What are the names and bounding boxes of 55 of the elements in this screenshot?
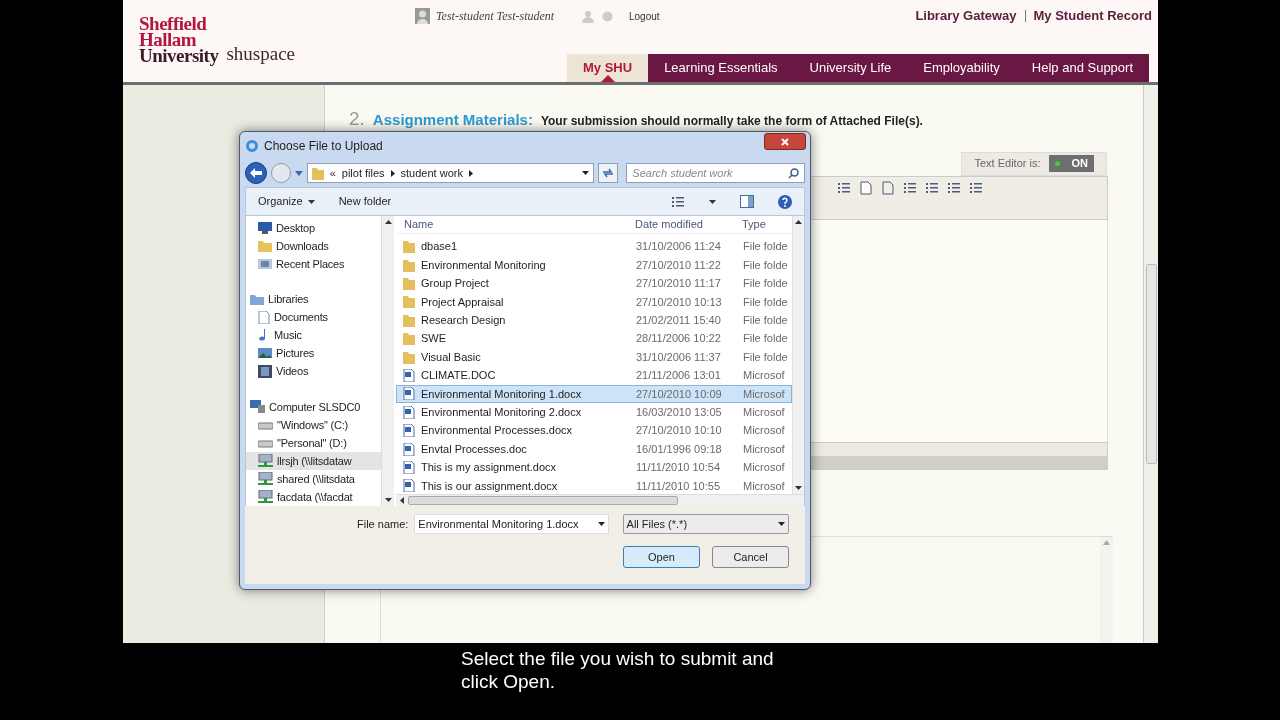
file-date: 11/11/2010 10:54 [635, 460, 721, 476]
file-type: File folde [742, 313, 789, 328]
file-type: File folde [742, 294, 789, 310]
file-type: Microsof [742, 386, 786, 402]
file-date: 21/02/2011 15:40 [635, 313, 722, 328]
file-name: Project Appraisal [421, 294, 504, 310]
section-number: 2. [349, 107, 365, 131]
file-type: Microsof [742, 368, 786, 384]
section-title: Assignment Materials: [372, 110, 533, 130]
file-type: Microsof [742, 460, 786, 476]
file-name: dbase1 [421, 239, 458, 255]
file-name: Environmental Monitoring [421, 257, 546, 273]
file-type: File folde [742, 349, 789, 365]
file-type: Microsof [742, 441, 786, 457]
file-type: File folde [742, 331, 789, 347]
file-name: Envtal Processes.doc [421, 441, 527, 457]
file-date: 21/11/2006 13:01 [635, 368, 722, 384]
dialog-title: Choose File to Upload [264, 137, 383, 155]
file-type: Microsof [742, 478, 786, 494]
file-type: File folde [742, 276, 789, 292]
file-name: SWE [421, 331, 447, 347]
caption: Select the file you wish to submit and click Open. [461, 647, 775, 693]
file-type: File folde [742, 257, 789, 273]
file-date: 11/11/2010 10:55 [635, 478, 721, 494]
path-overflow: « [329, 165, 336, 181]
file-date: 27/10/2010 11:17 [635, 276, 722, 292]
file-name: This is my assignment.docx [421, 460, 557, 476]
section-text: Your submission should normally take the form of Attached File(s). [540, 113, 923, 130]
file-name: Environmental Monitoring 2.docx [421, 404, 582, 420]
file-name: Environmental Processes.docx [421, 423, 572, 439]
file-date: 27/10/2010 10:10 [635, 423, 723, 439]
logo-text: Sheffield [139, 16, 208, 32]
file-type: Microsof [742, 423, 786, 439]
file-date: 16/03/2010 13:05 [635, 404, 723, 420]
file-date: 31/10/2006 11:37 [635, 349, 722, 365]
logo-text: University [139, 48, 219, 64]
file-date: 16/01/1996 09:18 [635, 441, 723, 457]
file-date: 31/10/2006 11:24 [635, 239, 722, 255]
user-name: Test-student Test-student [436, 8, 555, 25]
logo-text: Hallam [139, 32, 197, 48]
file-date: 28/11/2006 10:22 [635, 331, 722, 347]
site-name: shuspace [226, 44, 296, 64]
toggle-label: Text Editor is: [974, 156, 1041, 172]
file-type: File folde [742, 239, 789, 255]
file-name: Group Project [421, 276, 489, 292]
file-name: Visual Basic [421, 349, 481, 365]
file-type: Microsof [742, 404, 786, 420]
file-name: This is our assignment.docx [421, 478, 558, 494]
file-name-label: File name: [357, 516, 409, 532]
file-name: Research Design [421, 313, 506, 328]
file-date: 27/10/2010 10:13 [635, 294, 723, 310]
file-name: CLIMATE.DOC [421, 368, 496, 384]
file-date: 27/10/2010 11:22 [635, 257, 722, 273]
file-name: Environmental Monitoring 1.docx [421, 386, 582, 402]
file-date: 27/10/2010 10:09 [635, 386, 723, 402]
